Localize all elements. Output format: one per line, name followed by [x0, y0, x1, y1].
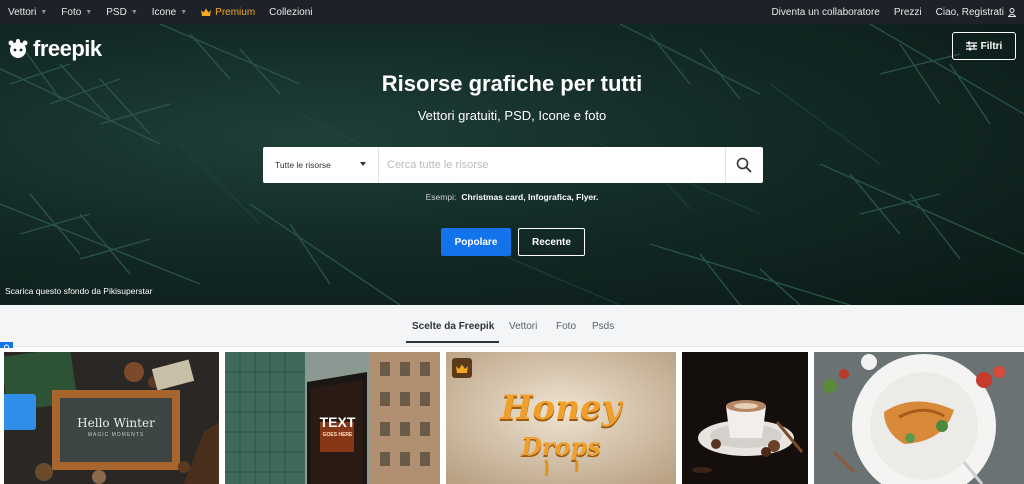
search-category-select[interactable]: Tutte le risorse — [263, 147, 379, 183]
resource-card-hello-winter[interactable]: Hello Winter MAGIC MOMENTS — [4, 352, 219, 484]
chevron-down-icon: ▼ — [85, 8, 93, 16]
freepik-logo-text: freepik — [33, 36, 102, 61]
coffee-thumbnail — [682, 352, 808, 484]
search-icon — [736, 157, 752, 173]
search-input[interactable] — [379, 147, 725, 183]
hello-winter-subtitle: MAGIC MOMENTS — [87, 432, 145, 438]
nav-collezioni[interactable]: Collezioni — [269, 7, 312, 18]
resource-card-honey-drops[interactable]: Honey Drops — [446, 352, 676, 484]
tab-scelte-da-freepik[interactable]: Scelte da Freepik — [412, 321, 494, 332]
top-navigation-bar: Vettori ▼ Foto ▼ PSD ▼ Icone ▼ Premium Colle… — [0, 0, 1024, 24]
search-button[interactable] — [725, 147, 761, 183]
tab-psds[interactable]: Psds — [592, 321, 614, 332]
chevron-down-icon: ▼ — [130, 8, 138, 16]
nav-premium[interactable]: Premium — [201, 7, 255, 18]
food-plate-thumbnail — [814, 352, 1024, 484]
contributor-link[interactable]: Diventa un collaboratore — [771, 7, 879, 18]
resource-grid: Hello Winter MAGIC MOMENTS TEXT GOES HER… — [0, 348, 1024, 484]
crown-icon — [201, 8, 212, 16]
background-credit-link[interactable]: Scarica questo sfondo da Pikisuperstar — [5, 286, 152, 296]
nav-vettori[interactable]: Vettori ▼ — [8, 7, 47, 18]
nav-psd[interactable]: PSD ▼ — [106, 7, 138, 18]
examples-links[interactable]: Christmas card, Infografica, Flyer. — [461, 192, 598, 202]
active-tab-indicator — [406, 341, 499, 343]
nav-foto-label: Foto — [61, 6, 82, 18]
nav-premium-label: Premium — [215, 6, 256, 18]
nav-psd-label: PSD — [106, 6, 127, 18]
freepik-logo[interactable]: freepik — [6, 36, 102, 62]
billboard-subtitle: GOES HERE — [322, 432, 353, 438]
billboard-title: TEXT — [319, 414, 356, 430]
chevron-down-icon: ▼ — [180, 8, 188, 16]
tab-foto[interactable]: Foto — [556, 321, 576, 332]
resource-card-coffee[interactable] — [682, 352, 808, 484]
hero-title: Risorse grafiche per tutti — [381, 71, 643, 96]
recent-button[interactable]: Recente — [518, 228, 585, 256]
login-link[interactable]: Ciao, Registrati — [935, 6, 1017, 18]
resource-card-city-billboard[interactable]: TEXT GOES HERE — [225, 352, 440, 484]
search-examples: Esempi: Christmas card, Infografica, Flye… — [0, 192, 1024, 202]
caret-down-icon — [360, 162, 366, 166]
search-category-label: Tutte le risorse — [275, 160, 331, 170]
gift-box-icon — [4, 394, 36, 430]
user-icon — [1007, 7, 1017, 17]
freepik-logo-icon — [6, 38, 30, 60]
nav-vettori-label: Vettori — [8, 6, 37, 18]
search-bar: Tutte le risorse — [263, 147, 763, 183]
category-tabs: Scelte da Freepik Vettori Foto Psds — [0, 305, 1024, 347]
nav-icone[interactable]: Icone ▼ — [152, 7, 187, 18]
sliders-icon — [965, 41, 977, 51]
nav-collezioni-label: Collezioni — [269, 6, 313, 18]
hero-banner: freepik Filtri Risorse grafiche per tutt… — [0, 24, 1024, 305]
tab-vettori[interactable]: Vettori — [509, 321, 537, 332]
hello-winter-title: Hello Winter — [77, 416, 155, 430]
chevron-down-icon: ▼ — [40, 8, 48, 16]
hero-subtitle: Vettori gratuiti, PSD, Icone e foto — [417, 108, 607, 123]
nav-icone-label: Icone — [151, 6, 177, 18]
top-navigation-right: Diventa un collaboratore Prezzi Ciao, Re… — [757, 0, 1017, 24]
premium-badge — [452, 358, 472, 378]
filters-button[interactable]: Filtri — [952, 32, 1016, 60]
nav-foto[interactable]: Foto ▼ — [61, 7, 92, 18]
pricing-link[interactable]: Prezzi — [894, 7, 922, 18]
login-label: Ciao, Registrati — [935, 6, 1004, 18]
filters-label: Filtri — [980, 40, 1003, 52]
crown-icon — [456, 364, 468, 373]
resource-card-food-plate[interactable] — [814, 352, 1024, 484]
popular-button[interactable]: Popolare — [441, 228, 511, 256]
examples-label: Esempi: — [425, 192, 457, 202]
honey-subtitle: Drops — [521, 432, 601, 461]
honey-title: Honey — [500, 388, 622, 428]
